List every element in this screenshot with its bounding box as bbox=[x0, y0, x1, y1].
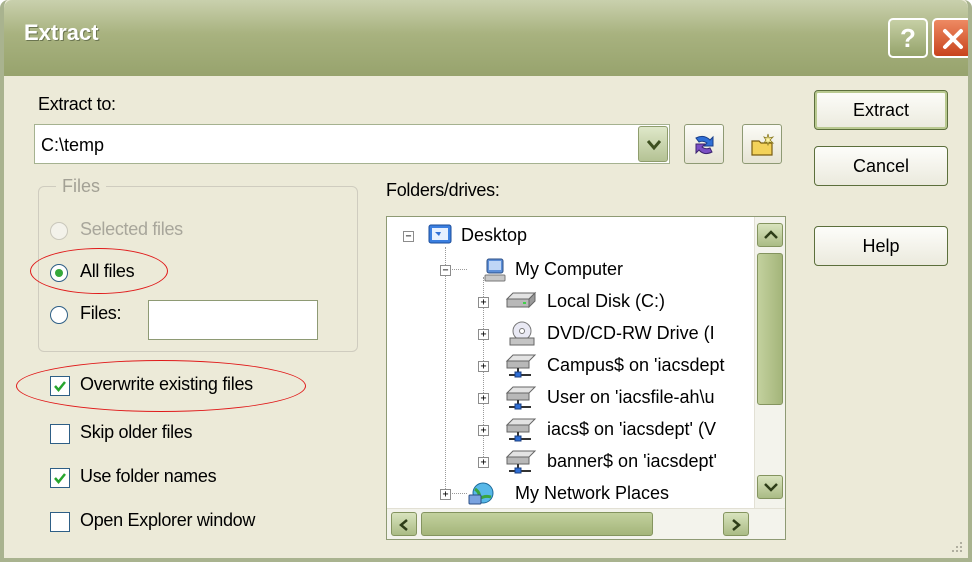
extract-to-label: Extract to: bbox=[38, 94, 116, 114]
optical-drive-icon bbox=[509, 321, 535, 346]
desktop-icon bbox=[428, 224, 452, 244]
tree-item-label: banner$ on 'iacsdept' bbox=[547, 451, 717, 471]
skip-older-checkbox[interactable] bbox=[50, 424, 70, 444]
refresh-arrow-icon bbox=[695, 135, 714, 155]
selected-files-label: Selected files bbox=[80, 219, 183, 239]
tree-item-network-drive[interactable]: + User on 'iacsfile-ah\u bbox=[387, 381, 747, 413]
vertical-scroll-thumb[interactable] bbox=[757, 253, 783, 405]
extract-path-value[interactable]: C:\temp bbox=[41, 135, 104, 156]
tree-item-local-disk[interactable]: + Local Disk (C:) bbox=[387, 285, 747, 317]
tree-vertical-scrollbar[interactable] bbox=[754, 217, 785, 509]
files-option-label: Files: bbox=[80, 303, 122, 323]
tree-item-label: Desktop bbox=[461, 225, 528, 245]
close-icon bbox=[943, 29, 963, 49]
expand-toggle[interactable]: + bbox=[440, 489, 451, 500]
skip-older-label: Skip older files bbox=[80, 422, 193, 442]
tree-item-label: DVD/CD-RW Drive (I bbox=[547, 323, 715, 343]
network-places-icon bbox=[468, 482, 494, 505]
network-drive-icon bbox=[505, 418, 537, 442]
new-folder-button[interactable] bbox=[742, 124, 782, 164]
network-drive-icon bbox=[505, 450, 537, 474]
help-button[interactable]: Help bbox=[814, 226, 948, 266]
combo-dropdown-button[interactable] bbox=[638, 126, 668, 162]
tree-item-label: My Network Places bbox=[515, 483, 670, 503]
title-close-button[interactable] bbox=[932, 18, 968, 58]
tree-item-network-drive[interactable]: + iacs$ on 'iacsdept' (V bbox=[387, 413, 747, 445]
extract-path-combobox[interactable]: C:\temp bbox=[34, 124, 670, 164]
checkmark-icon bbox=[54, 473, 66, 484]
expand-toggle[interactable]: + bbox=[478, 457, 489, 468]
extract-dialog: Extract ? Extract to: C:\temp Extract Ca… bbox=[0, 0, 972, 562]
folders-drives-label: Folders/drives: bbox=[386, 180, 500, 200]
expand-toggle[interactable]: + bbox=[478, 297, 489, 308]
scroll-right-button[interactable] bbox=[723, 512, 749, 536]
cancel-button[interactable]: Cancel bbox=[814, 146, 948, 186]
new-folder-icon bbox=[751, 133, 775, 156]
files-radio[interactable] bbox=[50, 306, 68, 324]
collapse-toggle[interactable]: − bbox=[403, 231, 414, 242]
tree-item-label: Local Disk (C:) bbox=[547, 291, 666, 311]
chevron-left-icon bbox=[399, 519, 408, 531]
use-folder-names-checkbox[interactable] bbox=[50, 468, 70, 488]
tree-item-dvd-drive[interactable]: + DVD/CD-RW Drive (I bbox=[387, 317, 747, 349]
tree-horizontal-scrollbar[interactable] bbox=[387, 508, 785, 539]
annotation-ellipse-all-files bbox=[30, 248, 168, 294]
expand-toggle[interactable]: + bbox=[478, 361, 489, 372]
chevron-up-icon bbox=[764, 230, 778, 239]
tree-item-label: Campus$ on 'iacsdept bbox=[547, 355, 725, 375]
tree-item-label: My Computer bbox=[515, 259, 624, 279]
scroll-up-button[interactable] bbox=[757, 223, 783, 247]
browse-folder-button[interactable] bbox=[684, 124, 724, 164]
files-pattern-input[interactable] bbox=[148, 300, 318, 340]
computer-icon bbox=[484, 258, 506, 282]
files-group-title: Files bbox=[56, 176, 107, 197]
network-drive-icon bbox=[505, 354, 537, 378]
expand-toggle[interactable]: + bbox=[478, 329, 489, 340]
tree-item-network-drive[interactable]: + banner$ on 'iacsdept' bbox=[387, 445, 747, 477]
use-folder-names-label: Use folder names bbox=[80, 466, 217, 486]
expand-toggle[interactable]: + bbox=[478, 393, 489, 404]
extract-button[interactable]: Extract bbox=[814, 90, 948, 130]
title-bar[interactable]: Extract ? bbox=[4, 0, 968, 76]
hard-disk-icon bbox=[505, 291, 537, 309]
open-explorer-label: Open Explorer window bbox=[80, 510, 256, 530]
tree-item-label: User on 'iacsfile-ah\u bbox=[547, 387, 715, 407]
network-drive-icon bbox=[505, 386, 537, 410]
chevron-down-icon bbox=[647, 140, 661, 151]
horizontal-scroll-thumb[interactable] bbox=[421, 512, 653, 536]
title-help-button[interactable]: ? bbox=[888, 18, 928, 58]
tree-item-network-drive[interactable]: + Campus$ on 'iacsdept bbox=[387, 349, 747, 381]
scroll-down-button[interactable] bbox=[757, 475, 783, 499]
tree-item-my-computer[interactable]: − My Computer bbox=[387, 253, 747, 285]
open-explorer-checkbox[interactable] bbox=[50, 512, 70, 532]
folder-tree[interactable]: − Desktop − My Computer + Local Disk (C:… bbox=[386, 216, 786, 540]
resize-grip-icon[interactable] bbox=[948, 538, 964, 554]
selected-files-radio[interactable] bbox=[50, 222, 68, 240]
scroll-left-button[interactable] bbox=[391, 512, 417, 536]
tree-item-my-network-places[interactable]: + My Network Places bbox=[387, 477, 747, 509]
chevron-down-icon bbox=[764, 483, 778, 492]
expand-toggle[interactable]: + bbox=[478, 425, 489, 436]
window-title: Extract bbox=[24, 20, 99, 45]
collapse-toggle[interactable]: − bbox=[440, 265, 451, 276]
tree-item-label: iacs$ on 'iacsdept' (V bbox=[547, 419, 716, 439]
tree-item-desktop[interactable]: − Desktop bbox=[387, 219, 747, 251]
chevron-right-icon bbox=[732, 519, 741, 531]
annotation-ellipse-overwrite bbox=[16, 360, 306, 412]
